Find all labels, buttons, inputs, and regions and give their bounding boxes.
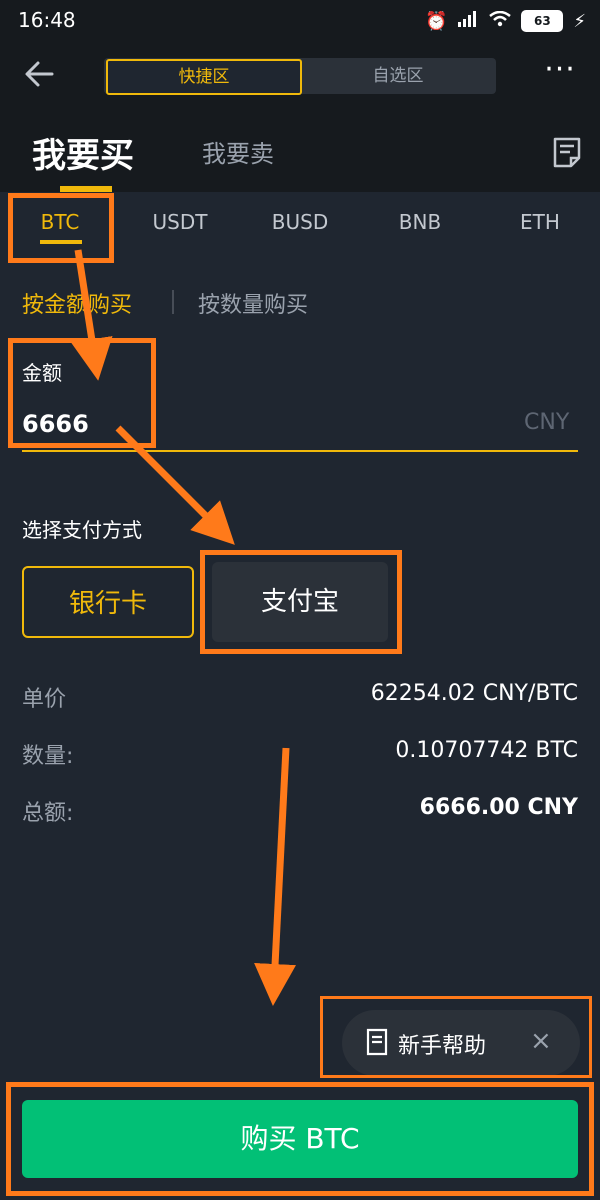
alarm-icon: ⏰	[424, 10, 448, 32]
coin-tab-busd[interactable]: BUSD	[240, 210, 360, 234]
highlight-alipay	[200, 550, 402, 654]
status-time: 16:48	[18, 8, 76, 32]
segment-quick[interactable]: 快捷区	[106, 59, 302, 95]
price-value: 62254.02 CNY/BTC	[370, 681, 578, 706]
mode-divider	[172, 290, 174, 314]
total-label: 总额:	[22, 801, 74, 826]
highlight-buy-button	[6, 1082, 594, 1196]
order-doc-icon[interactable]	[552, 136, 582, 168]
arrow-3	[254, 747, 297, 1006]
tab-buy[interactable]: 我要买	[32, 128, 134, 177]
coin-tab-usdt[interactable]: USDT	[120, 210, 240, 234]
status-icons: ⏰ 63 ⚡	[425, 10, 586, 32]
total-value: 6666.00 CNY	[419, 795, 578, 820]
signal-icon	[457, 10, 479, 32]
mode-by-quantity[interactable]: 按数量购买	[198, 287, 308, 319]
segment-custom[interactable]: 自选区	[302, 59, 494, 93]
battery-icon: 63	[521, 10, 564, 32]
tab-buy-indicator	[60, 186, 112, 192]
highlight-btc-tab	[8, 193, 114, 263]
amount-underline	[22, 450, 578, 452]
highlight-amount	[8, 338, 156, 448]
more-icon[interactable]: ···	[540, 55, 580, 88]
highlight-help	[320, 996, 592, 1078]
back-arrow-icon[interactable]	[22, 56, 58, 92]
coin-tab-bnb[interactable]: BNB	[360, 210, 480, 234]
status-bar: 16:48 ⏰ 63 ⚡	[0, 0, 600, 44]
quantity-value: 0.10707742 BTC	[395, 738, 578, 763]
price-label: 单价	[22, 687, 67, 712]
payment-bank-card-button[interactable]: 银行卡	[22, 566, 194, 638]
charging-icon: ⚡	[573, 10, 586, 32]
amount-unit: CNY	[524, 410, 570, 435]
wifi-icon	[489, 10, 512, 32]
tab-sell[interactable]: 我要卖	[202, 134, 274, 169]
coin-tab-eth[interactable]: ETH	[480, 210, 600, 234]
payment-label: 选择支付方式	[22, 518, 142, 542]
quantity-label: 数量:	[22, 744, 74, 769]
mode-by-amount[interactable]: 按金额购买	[22, 287, 132, 319]
